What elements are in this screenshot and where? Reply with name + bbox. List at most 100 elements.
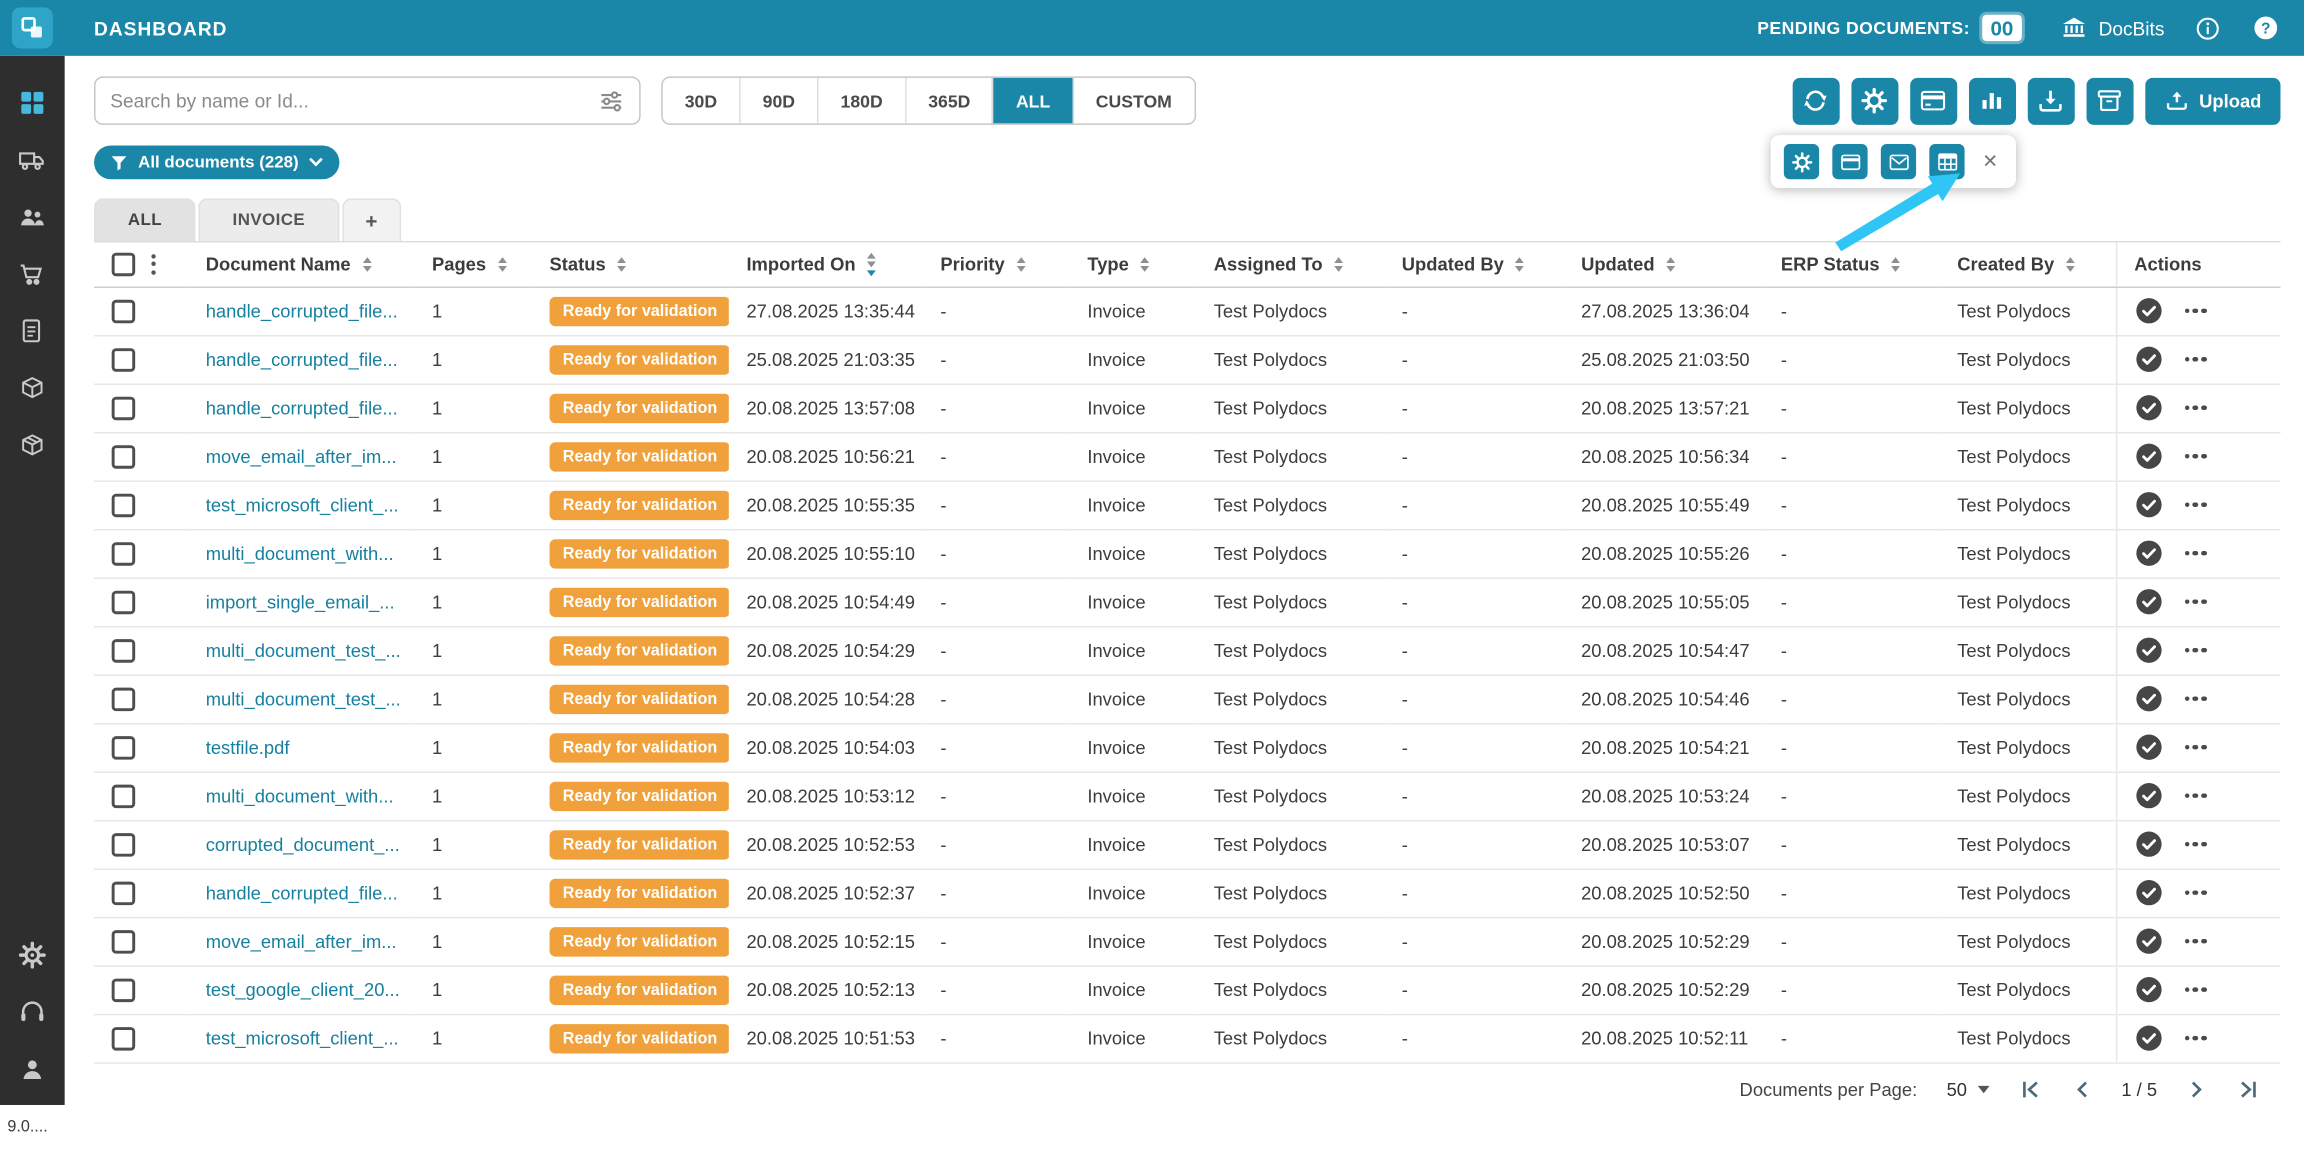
sort-pages[interactable]: [498, 257, 507, 272]
row-menu-button[interactable]: [2184, 933, 2206, 950]
payment-card-button[interactable]: [1910, 77, 1957, 124]
row-menu-button[interactable]: [2184, 1030, 2206, 1047]
document-link[interactable]: move_email_after_im...: [206, 446, 397, 467]
tab-add-button[interactable]: +: [342, 198, 401, 241]
range-365d[interactable]: 365D: [905, 78, 993, 124]
document-link[interactable]: handle_corrupted_file...: [206, 397, 398, 418]
range-90d[interactable]: 90D: [739, 78, 817, 124]
row-menu-button[interactable]: [2184, 642, 2206, 659]
first-page-button[interactable]: [2018, 1077, 2043, 1102]
previous-page-button[interactable]: [2070, 1077, 2095, 1102]
document-link[interactable]: test_microsoft_client_...: [206, 494, 399, 515]
validated-check-badge-icon[interactable]: [2134, 636, 2162, 664]
archive-box-button[interactable]: [2086, 77, 2133, 124]
validated-check-badge-icon[interactable]: [2134, 927, 2162, 955]
validated-check-badge-icon[interactable]: [2134, 394, 2162, 422]
dashboard-grid-icon[interactable]: [18, 88, 47, 117]
row-checkbox[interactable]: [112, 590, 136, 614]
row-checkbox[interactable]: [112, 638, 136, 662]
validated-check-badge-icon[interactable]: [2134, 297, 2162, 325]
document-link[interactable]: multi_document_test_...: [206, 640, 401, 661]
sort-imported-on[interactable]: [867, 252, 876, 276]
popup-gear-icon[interactable]: [1784, 144, 1819, 179]
select-all-checkbox[interactable]: [112, 252, 136, 276]
row-menu-button[interactable]: [2184, 690, 2206, 707]
refresh-sync-button[interactable]: [1792, 77, 1839, 124]
validated-check-badge-icon[interactable]: [2134, 588, 2162, 616]
download-documents-button[interactable]: [2027, 77, 2074, 124]
row-menu-button[interactable]: [2184, 593, 2206, 610]
orders-cart-icon[interactable]: [18, 260, 47, 289]
document-link[interactable]: multi_document_with...: [206, 543, 394, 564]
filter-sliders-icon[interactable]: [598, 87, 624, 113]
document-link[interactable]: import_single_email_...: [206, 591, 395, 612]
row-checkbox[interactable]: [112, 348, 136, 372]
row-menu-button[interactable]: [2184, 448, 2206, 465]
documents-icon[interactable]: [18, 317, 47, 346]
row-checkbox[interactable]: [112, 735, 136, 759]
upload-button[interactable]: Upload: [2145, 77, 2281, 124]
validated-check-badge-icon[interactable]: [2134, 976, 2162, 1004]
sort-updated-by[interactable]: [1516, 257, 1525, 272]
popup-close-button[interactable]: ✕: [1978, 150, 2003, 174]
document-link[interactable]: move_email_after_im...: [206, 931, 397, 952]
validated-check-badge-icon[interactable]: [2134, 539, 2162, 567]
document-link[interactable]: testfile.pdf: [206, 737, 290, 758]
validated-check-badge-icon[interactable]: [2134, 830, 2162, 858]
sort-assigned-to[interactable]: [1334, 257, 1343, 272]
row-menu-button[interactable]: [2184, 399, 2206, 416]
row-checkbox[interactable]: [112, 881, 136, 905]
document-link[interactable]: test_microsoft_client_...: [206, 1028, 399, 1049]
popup-table-icon[interactable]: [1929, 144, 1964, 179]
sort-type[interactable]: [1141, 257, 1150, 272]
settings-button[interactable]: [1851, 77, 1898, 124]
range-30d[interactable]: 30D: [663, 78, 739, 124]
validated-check-badge-icon[interactable]: [2134, 442, 2162, 470]
document-link[interactable]: test_google_client_20...: [206, 979, 400, 1000]
row-checkbox[interactable]: [112, 493, 136, 517]
row-menu-button[interactable]: [2184, 884, 2206, 901]
last-page-button[interactable]: [2235, 1077, 2260, 1102]
row-checkbox[interactable]: [112, 784, 136, 808]
validated-check-badge-icon[interactable]: [2134, 782, 2162, 810]
document-link[interactable]: handle_corrupted_file...: [206, 882, 398, 903]
row-menu-button[interactable]: [2184, 787, 2206, 804]
info-icon[interactable]: [2194, 14, 2222, 42]
row-menu-button[interactable]: [2184, 981, 2206, 998]
sort-updated[interactable]: [1666, 257, 1675, 272]
customers-people-icon[interactable]: [18, 203, 47, 232]
docbits-logo-icon[interactable]: [12, 7, 53, 48]
per-page-select[interactable]: 50: [1947, 1079, 1989, 1100]
document-link[interactable]: multi_document_test_...: [206, 688, 401, 709]
range-all[interactable]: ALL: [992, 78, 1072, 124]
document-link[interactable]: corrupted_document_...: [206, 834, 400, 855]
tab-invoice[interactable]: INVOICE: [199, 198, 339, 241]
row-menu-button[interactable]: [2184, 545, 2206, 562]
popup-card-icon[interactable]: [1832, 144, 1867, 179]
shipping-truck-icon[interactable]: [18, 145, 47, 174]
row-checkbox[interactable]: [112, 299, 136, 323]
row-checkbox[interactable]: [112, 929, 136, 953]
row-menu-button[interactable]: [2184, 496, 2206, 513]
sort-document-name[interactable]: [362, 257, 371, 272]
document-link[interactable]: handle_corrupted_file...: [206, 300, 398, 321]
row-menu-button[interactable]: [2184, 302, 2206, 319]
document-filter-chip[interactable]: All documents (228): [94, 145, 340, 179]
range-custom[interactable]: CUSTOM: [1072, 78, 1194, 124]
profile-user-icon[interactable]: [18, 1055, 47, 1084]
validated-check-badge-icon[interactable]: [2134, 733, 2162, 761]
search-input[interactable]: [110, 90, 598, 112]
validated-check-badge-icon[interactable]: [2134, 879, 2162, 907]
row-checkbox[interactable]: [112, 541, 136, 565]
help-icon[interactable]: ?: [2251, 13, 2280, 42]
sort-priority[interactable]: [1016, 257, 1025, 272]
validated-check-badge-icon[interactable]: [2134, 685, 2162, 713]
document-link[interactable]: multi_document_with...: [206, 785, 394, 806]
tab-all[interactable]: ALL: [94, 198, 196, 241]
row-checkbox[interactable]: [112, 687, 136, 711]
row-checkbox[interactable]: [112, 978, 136, 1002]
header-kebab-menu-icon[interactable]: [151, 254, 155, 275]
settings-gear-icon[interactable]: [18, 940, 47, 969]
inventory-box-icon[interactable]: [18, 432, 47, 461]
document-link[interactable]: handle_corrupted_file...: [206, 349, 398, 370]
